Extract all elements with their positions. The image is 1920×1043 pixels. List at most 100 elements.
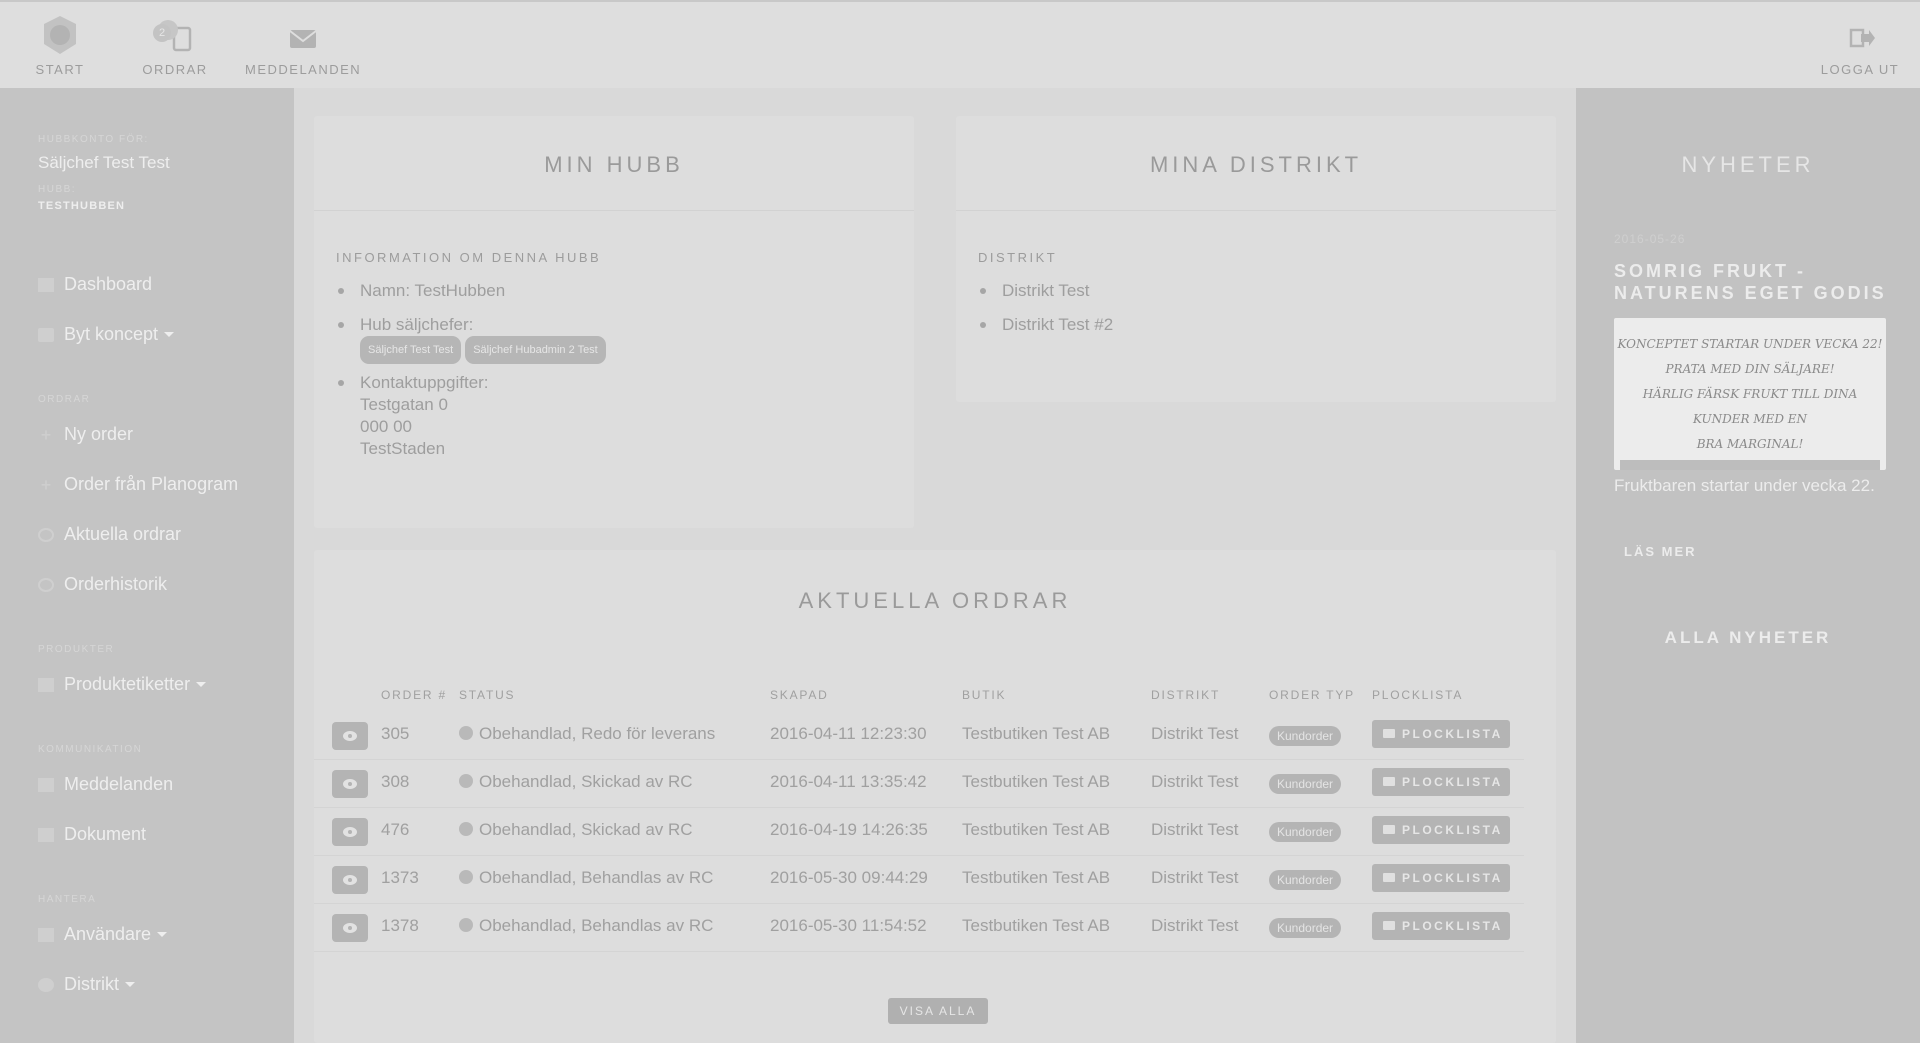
sidebar-item-label: Aktuella ordrar <box>64 524 182 544</box>
hubb-saljchefer: Hub säljchefer: Säljchef Test Test Säljch… <box>338 314 610 364</box>
col-status: STATUS <box>459 688 516 702</box>
sidebar-item-dashboard[interactable]: Dashboard <box>38 274 152 295</box>
sidebar-item-label: Distrikt <box>64 974 119 994</box>
logo-icon <box>30 14 90 56</box>
table-row: 476 Obehandlad, Skickad av RC 2016-04-19… <box>314 808 1524 856</box>
sidebar-item-order-planogram[interactable]: + Order från Planogram <box>38 474 238 495</box>
dashboard-icon <box>38 277 54 292</box>
news-sidebar: NYHETER 2016-05-26 SOMRIG FRUKT - NATURE… <box>1576 88 1920 1043</box>
chevron-down-icon <box>125 982 135 987</box>
map-marker-icon <box>38 977 54 992</box>
view-order-button[interactable] <box>332 914 368 942</box>
tag-icon <box>38 677 54 692</box>
users-icon <box>38 927 54 942</box>
plocklista-button[interactable]: PLOCKLISTA <box>1372 768 1510 796</box>
plus-icon: + <box>40 424 52 445</box>
logout-label: LOGGA UT <box>1820 62 1900 77</box>
order-status: Obehandlad, Behandlas av RC <box>459 868 713 888</box>
table-row: 305 Obehandlad, Redo för leverans 2016-0… <box>314 712 1524 760</box>
order-created: 2016-04-11 12:23:30 <box>770 724 927 743</box>
all-news-link[interactable]: ALLA NYHETER <box>1576 628 1920 648</box>
nav-meddelanden[interactable]: MEDDELANDEN <box>245 14 360 77</box>
plocklista-button[interactable]: PLOCKLISTA <box>1372 864 1510 892</box>
order-created: 2016-05-30 09:44:29 <box>770 868 928 887</box>
hubb-kontakt: Kontaktuppgifter: Testgatan 0 000 00 Tes… <box>338 372 489 460</box>
status-dot <box>459 774 473 788</box>
nav-meddelanden-label: MEDDELANDEN <box>245 62 362 77</box>
sidebar-item-distrikt[interactable]: Distrikt <box>38 974 135 995</box>
read-more-link[interactable]: LÄS MER <box>1624 544 1697 559</box>
history-icon <box>38 577 54 592</box>
sidebar-item-ny-order[interactable]: + Ny order <box>38 424 133 445</box>
sidebar-item-label: Användare <box>64 924 152 944</box>
news-text: Fruktbaren startar under vecka 22. <box>1614 476 1875 495</box>
distrikt-item[interactable]: Distrikt Test <box>980 280 1090 302</box>
news-headline[interactable]: SOMRIG FRUKT - NATURENS EGET GODIS <box>1614 260 1894 304</box>
sidebar-item-byt-koncept[interactable]: Byt koncept <box>38 324 175 345</box>
table-row: 308 Obehandlad, Skickad av RC 2016-04-11… <box>314 760 1524 808</box>
min-hubb-title: MIN HUBB <box>544 152 684 177</box>
news-image-text: KONCEPTET STARTAR UNDER VECKA 22! PRATA … <box>1617 337 1883 451</box>
sidebar-item-aktuella-ordrar[interactable]: Aktuella ordrar <box>38 524 181 545</box>
sidebar: HUBBKONTO FÖR: Säljchef Test Test HUBB: … <box>0 88 294 1043</box>
top-navbar: START 2 ORDRAR MEDDELANDEN LOGGA UT <box>0 0 1920 88</box>
col-plocklista: PLOCKLISTA <box>1372 688 1464 702</box>
orders-title: AKTUELLA ORDRAR <box>798 588 1072 613</box>
chevron-down-icon <box>196 682 207 687</box>
order-store: Testbutiken Test AB <box>962 772 1111 791</box>
sidebar-item-orderhistorik[interactable]: Orderhistorik <box>38 574 167 595</box>
view-order-button[interactable] <box>332 722 368 750</box>
distrikt-item[interactable]: Distrikt Test #2 <box>979 314 1113 336</box>
order-type-badge: Kundorder <box>1269 726 1342 746</box>
order-status: Obehandlad, Redo för leverans <box>459 724 715 744</box>
nav-start[interactable]: START <box>30 14 90 77</box>
account-label: HUBBKONTO FÖR: <box>38 134 149 145</box>
order-status: Obehandlad, Skickad av RC <box>459 820 693 840</box>
view-order-button[interactable] <box>332 866 368 894</box>
hubb-info-heading: INFORMATION OM DENNA HUBB <box>336 250 602 265</box>
news-image-strip <box>1620 460 1880 470</box>
hub-label: HUBB: <box>38 184 77 195</box>
plocklista-button[interactable]: PLOCKLISTA <box>1372 720 1510 748</box>
order-district: Distrikt Test <box>1151 868 1239 887</box>
logout-icon <box>1820 14 1900 56</box>
order-id: 1378 <box>381 916 419 935</box>
view-order-button[interactable] <box>332 770 368 798</box>
kontakt-label: Kontaktuppgifter: <box>360 373 489 392</box>
news-image[interactable]: KONCEPTET STARTAR UNDER VECKA 22! PRATA … <box>1614 318 1886 470</box>
section-produkter: PRODUKTER <box>38 644 115 655</box>
table-row: 1378 Obehandlad, Behandlas av RC 2016-05… <box>314 904 1524 952</box>
col-distrikt: DISTRIKT <box>1151 688 1221 702</box>
plocklista-button[interactable]: PLOCKLISTA <box>1372 912 1510 940</box>
show-all-button[interactable]: VISA ALLA <box>888 998 988 1024</box>
logout-button[interactable]: LOGGA UT <box>1820 14 1900 77</box>
order-district: Distrikt Test <box>1151 820 1239 839</box>
col-order: ORDER # <box>381 688 447 702</box>
plocklista-button[interactable]: PLOCKLISTA <box>1372 816 1510 844</box>
concept-icon <box>38 327 54 342</box>
sidebar-item-dokument[interactable]: Dokument <box>38 824 146 845</box>
sidebar-item-label: Orderhistorik <box>64 574 168 594</box>
col-skapad: SKAPAD <box>770 688 829 702</box>
min-hubb-panel: MIN HUBB INFORMATION OM DENNA HUBB Namn:… <box>314 116 914 528</box>
envelope-icon <box>245 14 360 56</box>
saljchef-tag: Säljchef Test Test <box>360 336 462 364</box>
order-type-badge: Kundorder <box>1269 870 1342 890</box>
sidebar-item-anvandare[interactable]: Användare <box>38 924 168 945</box>
view-order-button[interactable] <box>332 818 368 846</box>
kontakt-city: TestStaden <box>360 439 446 458</box>
status-dot <box>459 822 473 836</box>
sidebar-item-meddelanden[interactable]: Meddelanden <box>38 774 173 795</box>
main-content: MIN HUBB INFORMATION OM DENNA HUBB Namn:… <box>294 88 1576 1043</box>
envelope-icon <box>38 777 54 792</box>
order-status: Obehandlad, Behandlas av RC <box>459 916 713 936</box>
section-ordrar: ORDRAR <box>38 394 91 405</box>
order-store: Testbutiken Test AB <box>962 868 1111 887</box>
order-created: 2016-04-19 14:26:35 <box>770 820 928 839</box>
saljchef-tag: Säljchef Hubadmin 2 Test <box>465 336 606 364</box>
nav-ordrar[interactable]: 2 ORDRAR <box>135 14 215 77</box>
order-created: 2016-04-11 13:35:42 <box>770 772 927 791</box>
sidebar-item-produktetiketter[interactable]: Produktetiketter <box>38 674 207 695</box>
orders-badge: 2 <box>153 24 171 42</box>
col-ordertyp: ORDER TYP <box>1269 688 1355 702</box>
